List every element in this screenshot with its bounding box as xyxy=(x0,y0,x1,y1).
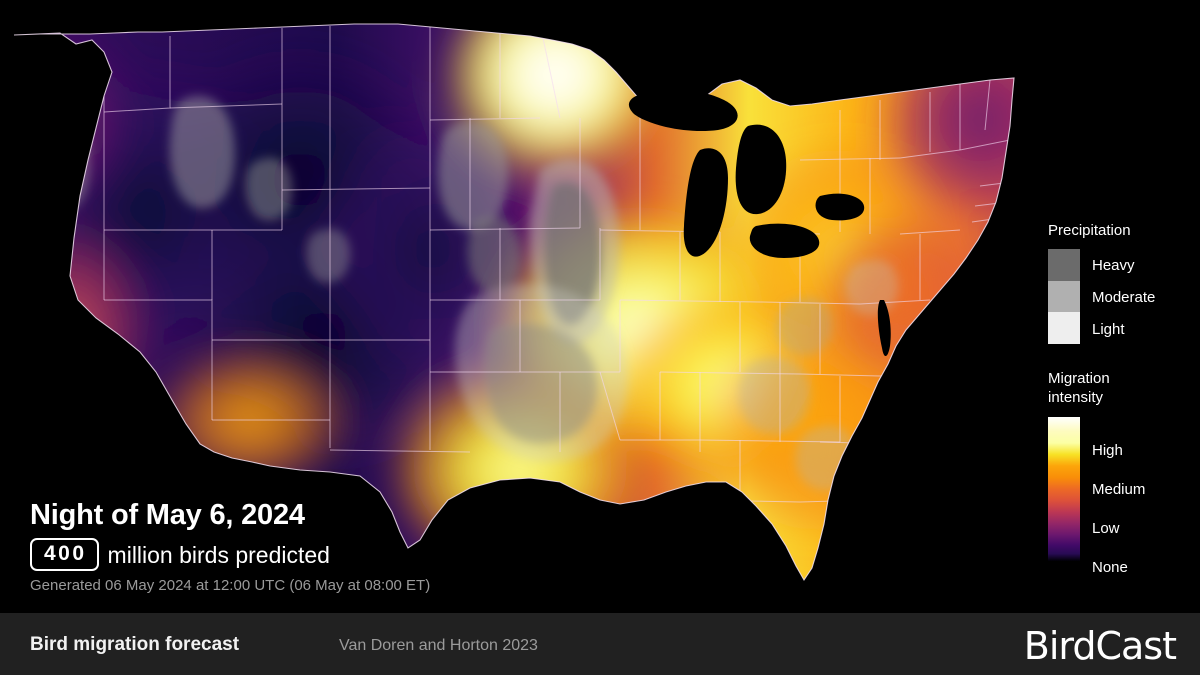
migration-label-medium: Medium xyxy=(1092,481,1146,498)
precip-area-montana xyxy=(245,157,292,221)
migration-label-high: High xyxy=(1092,442,1123,459)
precip-area-dakotas xyxy=(437,121,509,231)
legend-panel: Precipitation Heavy Moderate Light Migra… xyxy=(1045,0,1200,613)
birdcast-forecast-page: Night of May 6, 2024 400 million birds p… xyxy=(0,0,1200,675)
migration-intensity-colorbar xyxy=(1048,417,1080,561)
footer-bar: Bird migration forecast Van Doren and Ho… xyxy=(0,613,1200,675)
migration-legend-title-line2: intensity xyxy=(1048,389,1104,406)
forecast-date-title: Night of May 6, 2024 xyxy=(30,499,305,531)
migration-legend-title: Migration intensity xyxy=(1048,369,1110,407)
precip-area-idaho xyxy=(169,96,235,208)
migration-legend-title-line1: Migration xyxy=(1048,370,1110,387)
precip-area-appalachia xyxy=(738,357,811,435)
precip-label-light: Light xyxy=(1092,321,1125,338)
precip-swatch-heavy xyxy=(1048,249,1080,281)
birdcast-logo[interactable]: BirdCast xyxy=(1024,625,1177,667)
precip-area-sdakota xyxy=(467,216,521,293)
predicted-count-badge: 400 xyxy=(30,538,99,571)
migration-label-none: None xyxy=(1092,559,1128,576)
precip-swatch-moderate xyxy=(1048,280,1080,313)
footer-title: Bird migration forecast xyxy=(30,634,240,655)
precip-area-midatlantic xyxy=(844,259,899,316)
precip-label-heavy: Heavy xyxy=(1092,257,1135,274)
precip-area-virginia xyxy=(776,297,833,356)
map-caption: Night of May 6, 2024 400 million birds p… xyxy=(30,498,670,595)
predicted-count-unit: million birds predicted xyxy=(107,541,330,568)
precip-label-moderate: Moderate xyxy=(1092,289,1156,306)
precipitation-legend-title: Precipitation xyxy=(1048,222,1131,239)
migration-label-low: Low xyxy=(1092,520,1120,537)
precip-swatch-light xyxy=(1048,312,1080,344)
predicted-count-line: 400 million birds predicted xyxy=(30,538,670,571)
precipitation-legend-swatches xyxy=(1048,249,1080,344)
generated-timestamp: Generated 06 May 2024 at 12:00 UTC (06 M… xyxy=(30,577,431,594)
precip-area-wyoming xyxy=(306,228,351,283)
footer-credit: Van Doren and Horton 2023 xyxy=(339,637,538,654)
